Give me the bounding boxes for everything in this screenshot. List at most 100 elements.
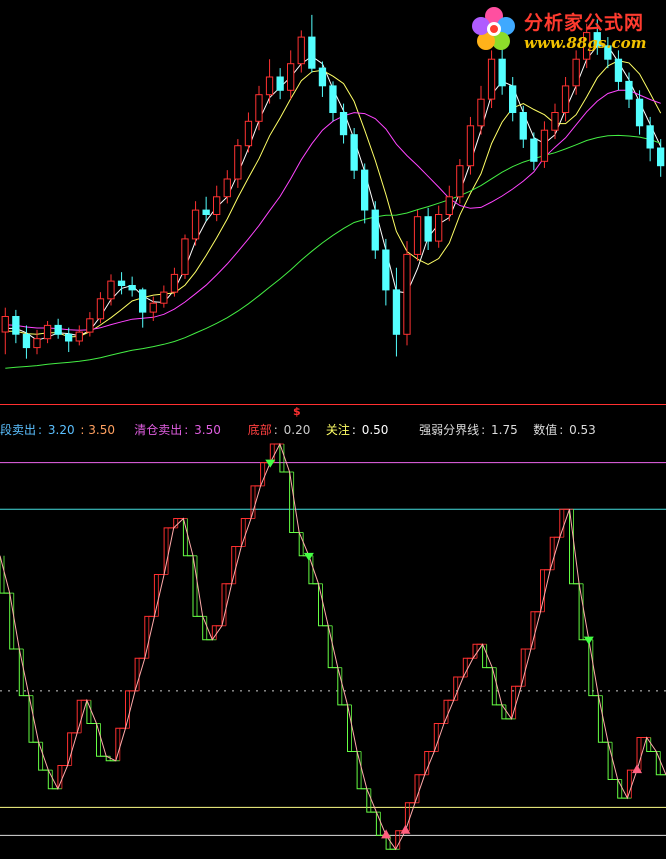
osc-step-offset [157,574,169,617]
candle-body [657,147,665,167]
candlestick-chart[interactable] [0,0,666,405]
sell-signal-arrow [583,636,594,645]
candle-body [117,280,126,287]
osc-step-offset [341,667,352,706]
legend-item-watch: 关注: 0.50 [325,423,389,437]
legend-extra: : 3.50 [80,423,115,437]
osc-step-offset [167,527,178,575]
candle-body [382,249,390,291]
candle-body [244,120,253,147]
dollar-marker: $ [293,405,301,418]
candle-body [128,285,136,291]
osc-step-offset [466,657,477,677]
osc-step-offset [457,676,468,701]
osc-step-offset [196,555,207,617]
candle-body [540,129,549,162]
candle-body [297,36,305,65]
candle-body [625,80,633,100]
candle-body [213,196,221,216]
candle-body [33,338,41,349]
buy-signal-arrow [381,829,392,839]
candle-body [1,316,9,333]
candle-body [181,238,189,275]
legend-value: 0.53 [569,423,596,437]
osc-step-offset [370,788,381,813]
candle-body [487,58,496,100]
osc-step-offset [601,695,613,743]
candle-body [308,36,316,69]
osc-step-offset [360,751,371,790]
legend-label: 数值 [533,423,558,437]
osc-step-offset [254,485,265,519]
sell-signal-arrow [303,552,314,561]
candle-body [466,125,475,167]
osc-step-offset [129,690,140,729]
osc-step-offset [3,555,14,594]
osc-step-offset [71,732,82,766]
osc-step-offset [563,508,574,538]
osc-step-offset [225,583,236,626]
osc-step-offset [119,727,130,761]
oscillator-chart[interactable] [0,440,666,859]
legend-item-bottom: 底部: 0.20 [247,423,311,437]
osc-step-offset [13,593,24,650]
osc-step-offset [428,751,439,775]
candle-body [551,112,559,131]
osc-step-offset [244,518,255,547]
candle-body [149,302,157,313]
candle-body [86,318,94,333]
candle-body [361,169,369,211]
osc-step-offset [138,657,149,691]
candle-body [170,273,179,293]
candle-body [403,253,411,335]
candle-body [635,98,644,127]
osc-step-offset [283,444,294,473]
candle-body [530,138,538,162]
osc-step-offset [582,583,593,641]
candle-body [202,209,210,216]
candle-body [614,58,623,82]
watermark-url: www.88gs.com [524,34,647,52]
legend-label: 关注 [325,423,350,437]
legend-value: 0.50 [361,423,389,437]
candle-body [646,125,654,149]
candle-body [456,165,464,198]
legend-item-divide-line: 强弱分界线: 1.75 [419,423,518,437]
candle-body [287,63,295,91]
candle-body [65,333,73,342]
legend-label: 清仓卖出 [134,423,183,437]
osc-step-offset [544,569,555,612]
osc-step-offset [573,509,584,585]
osc-step-offset [437,723,448,752]
osc-step-offset [389,835,400,850]
osc-step-offset [650,737,661,752]
osc-step-offset [42,742,53,771]
legend-label: 强弱分界线 [419,423,480,437]
ma-line-magenta [5,89,661,331]
osc-step-offset [312,555,323,585]
osc-step-offset [447,699,458,724]
osc-step-offset [351,704,362,752]
candle-body [561,85,570,114]
candle-body [477,98,485,127]
candle-body [139,289,147,313]
candle-body [392,289,401,335]
candle-body [424,216,432,242]
legend-item-value: 数值: 0.53 [533,423,596,437]
candle-body [12,316,20,335]
candle-body [445,196,453,216]
osc-step-offset [186,518,197,557]
legend-value: 3.50 [194,423,221,437]
osc-step-offset [22,649,33,697]
osc-step-offset [534,611,545,649]
candle-body [96,298,105,320]
candle-body [276,76,284,91]
osc-step-offset [331,625,342,669]
osc-step-offset [293,472,304,533]
candle-body [329,85,337,114]
candle-body [519,112,527,140]
flower-logo-icon [472,7,515,50]
osc-step-offset [61,765,72,789]
osc-step-offset [592,639,603,697]
candle-body [435,214,443,242]
